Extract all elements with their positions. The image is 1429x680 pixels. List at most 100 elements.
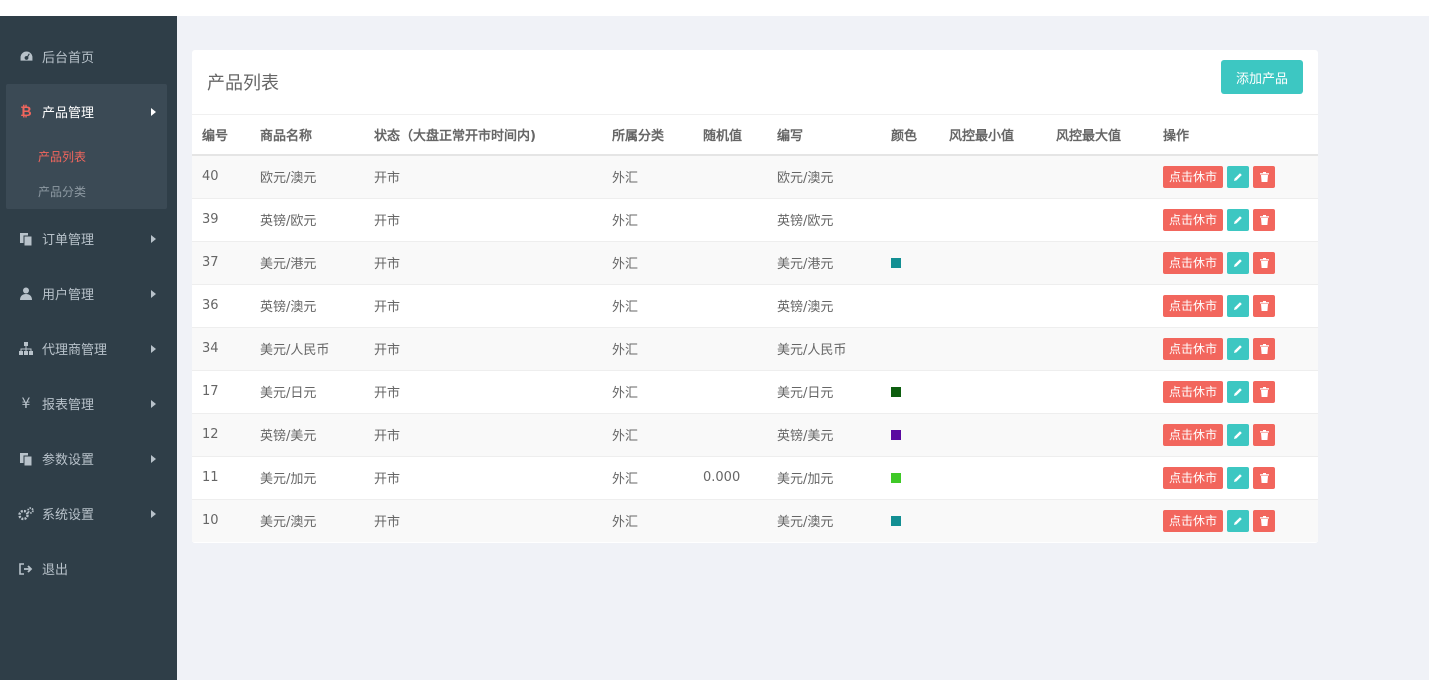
edit-button[interactable]	[1227, 165, 1250, 188]
edit-button[interactable]	[1227, 466, 1250, 489]
sign-out-icon	[18, 561, 34, 577]
cell-actions: 点击休市	[1153, 197, 1318, 241]
close-market-button[interactable]: 点击休市	[1163, 208, 1224, 231]
delete-button[interactable]	[1253, 165, 1276, 188]
trash-icon	[1259, 343, 1269, 354]
edit-button[interactable]	[1227, 251, 1250, 274]
cell-risk-max	[1046, 154, 1153, 198]
color-swatch	[891, 515, 901, 526]
cell-random	[693, 197, 767, 241]
close-market-button[interactable]: 点击休市	[1163, 466, 1224, 489]
cell-name: 英镑/欧元	[250, 197, 364, 241]
sidebar-item-label: 用户管理	[42, 288, 95, 303]
close-market-button[interactable]: 点击休市	[1163, 380, 1224, 403]
cell-name: 欧元/澳元	[250, 154, 364, 198]
delete-button[interactable]	[1253, 294, 1276, 317]
pencil-icon	[1234, 430, 1242, 439]
cell-risk-max	[1046, 369, 1153, 413]
copy-icon	[18, 451, 34, 467]
cell-risk-min	[939, 498, 1046, 542]
trash-icon	[1259, 386, 1269, 397]
cell-id: 37	[192, 240, 250, 284]
sidebar-item-users[interactable]: 用户管理	[0, 266, 177, 321]
cell-risk-max	[1046, 197, 1153, 241]
close-market-button[interactable]: 点击休市	[1163, 294, 1224, 317]
column-header: 风控最大值	[1046, 115, 1153, 156]
edit-button[interactable]	[1227, 509, 1250, 532]
cell-color	[881, 369, 939, 413]
color-swatch	[891, 257, 901, 268]
cell-random	[693, 412, 767, 456]
sidebar-item-system[interactable]: 系统设置	[0, 486, 177, 541]
cell-status: 开市	[364, 455, 602, 499]
delete-button[interactable]	[1253, 380, 1276, 403]
delete-button[interactable]	[1253, 423, 1276, 446]
caret-right-icon	[151, 289, 156, 298]
cell-code: 英镑/欧元	[767, 197, 881, 241]
edit-button[interactable]	[1227, 380, 1250, 403]
trash-icon	[1259, 515, 1269, 526]
edit-button[interactable]	[1227, 423, 1250, 446]
cell-color	[881, 326, 939, 370]
cell-risk-max	[1046, 455, 1153, 499]
column-header: 状态（大盘正常开市时间内)	[364, 115, 602, 156]
cell-color	[881, 455, 939, 499]
edit-button[interactable]	[1227, 208, 1250, 231]
sidebar-item-reports[interactable]: ¥ 报表管理	[0, 376, 177, 431]
caret-right-icon	[151, 509, 156, 518]
cell-name: 美元/日元	[250, 369, 364, 413]
cell-color	[881, 283, 939, 327]
edit-button[interactable]	[1227, 337, 1250, 360]
cell-actions: 点击休市	[1153, 240, 1318, 284]
pencil-icon	[1234, 258, 1242, 267]
column-header: 颜色	[881, 115, 939, 156]
pencil-icon	[1234, 301, 1242, 310]
cell-name: 英镑/美元	[250, 412, 364, 456]
close-market-button[interactable]: 点击休市	[1163, 251, 1224, 274]
cell-category: 外汇	[602, 283, 693, 327]
close-market-button[interactable]: 点击休市	[1163, 337, 1224, 360]
page-title: 产品列表	[207, 73, 279, 94]
edit-button[interactable]	[1227, 294, 1250, 317]
cell-risk-max	[1046, 498, 1153, 542]
delete-button[interactable]	[1253, 509, 1276, 532]
add-product-button[interactable]: 添加产品	[1221, 60, 1303, 94]
close-market-button[interactable]: 点击休市	[1163, 509, 1224, 532]
pencil-icon	[1234, 473, 1242, 482]
cell-status: 开市	[364, 240, 602, 284]
delete-button[interactable]	[1253, 337, 1276, 360]
sidebar-subitem-product-list[interactable]: 产品列表	[6, 139, 167, 174]
cell-risk-max	[1046, 240, 1153, 284]
caret-right-icon	[151, 399, 156, 408]
user-icon	[18, 286, 34, 302]
sidebar-item-dashboard[interactable]: 后台首页	[0, 29, 177, 84]
close-market-button[interactable]: 点击休市	[1163, 165, 1224, 188]
trash-icon	[1259, 429, 1269, 440]
sidebar-item-products[interactable]: ₿ 产品管理	[6, 84, 167, 139]
sidebar-subitem-product-category[interactable]: 产品分类	[6, 174, 167, 209]
delete-button[interactable]	[1253, 466, 1276, 489]
sidebar-item-label: 参数设置	[42, 453, 95, 468]
sidebar-item-params[interactable]: 参数设置	[0, 431, 177, 486]
delete-button[interactable]	[1253, 208, 1276, 231]
sidebar-item-agents[interactable]: 代理商管理	[0, 321, 177, 376]
close-market-button[interactable]: 点击休市	[1163, 423, 1224, 446]
delete-button[interactable]	[1253, 251, 1276, 274]
cell-random	[693, 369, 767, 413]
sidebar-item-orders[interactable]: 订单管理	[0, 211, 177, 266]
cell-code: 美元/日元	[767, 369, 881, 413]
copy-icon	[18, 231, 34, 247]
cell-code: 美元/港元	[767, 240, 881, 284]
sidebar-item-label: 报表管理	[42, 398, 95, 413]
cell-risk-min	[939, 240, 1046, 284]
cell-color	[881, 498, 939, 542]
cell-category: 外汇	[602, 412, 693, 456]
cell-actions: 点击休市	[1153, 455, 1318, 499]
sidebar-item-label: 后台首页	[42, 51, 95, 66]
cell-category: 外汇	[602, 197, 693, 241]
caret-right-icon	[151, 344, 156, 353]
row-actions: 点击休市	[1163, 509, 1318, 532]
column-header: 风控最小值	[939, 115, 1046, 156]
sidebar-item-logout[interactable]: 退出	[0, 541, 177, 596]
pencil-icon	[1234, 344, 1242, 353]
